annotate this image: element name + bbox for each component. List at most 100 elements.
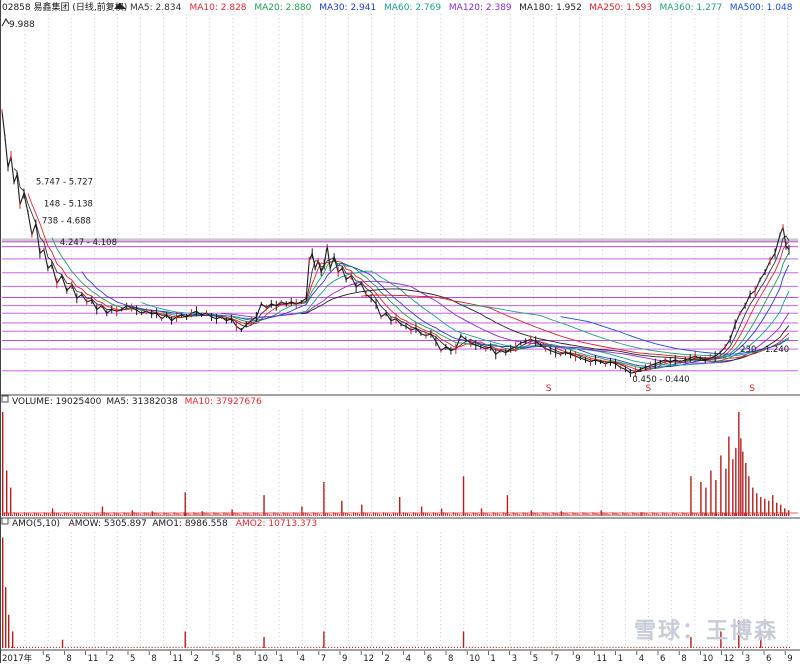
amo-bar [648, 646, 650, 648]
volume-bar [776, 502, 778, 516]
volume-bar [468, 514, 470, 516]
volume-bar [630, 514, 632, 516]
volume-bar [784, 508, 786, 516]
amo-bar [148, 646, 150, 648]
amo-bar [420, 646, 422, 648]
volume-bar [740, 438, 742, 516]
volume-bar [67, 513, 69, 516]
x-tick-label-36: 9 [787, 654, 792, 663]
amo-bar [304, 646, 306, 648]
amo-bar [214, 646, 216, 648]
volume-bar [87, 513, 89, 516]
amo-bar [154, 646, 156, 648]
volume-bar [628, 514, 630, 516]
volume-bar [590, 514, 592, 516]
amo-bar [471, 646, 473, 648]
amo-header-1: AMOW: 5305.897 [69, 519, 147, 529]
volume-bar [410, 514, 412, 516]
amo-bar [678, 646, 680, 648]
volume-bar [157, 513, 159, 516]
volume-bar [648, 514, 650, 516]
volume-bar [666, 513, 668, 516]
volume-bar [598, 514, 600, 516]
amo-bar [160, 646, 162, 648]
volume-bar [339, 514, 341, 516]
volume-bar [510, 514, 512, 516]
amo-bar [31, 646, 33, 648]
volume-bar [718, 514, 720, 516]
amo-bar [507, 646, 509, 648]
volume-panel-header: VOLUME: 19025400 MA5: 31382038 MA10: 37927… [1, 395, 262, 407]
amo-bar [717, 646, 719, 648]
amo-bar [115, 646, 117, 648]
amo-header-3: AMO2: 10713.373 [236, 519, 317, 529]
volume-bar [520, 514, 522, 516]
amo-bar [723, 646, 725, 648]
volume-bar [77, 513, 79, 516]
amo-bar [217, 646, 219, 648]
volume-bar [327, 513, 329, 516]
x-tick-label-15: 9 [342, 654, 347, 663]
amo-bar [486, 646, 488, 648]
amo-bar [232, 646, 234, 648]
volume-bar [570, 514, 572, 516]
volume-bar [758, 514, 760, 516]
volume-bar [259, 514, 261, 516]
amo-bar [456, 646, 458, 648]
amo-bar [322, 646, 324, 648]
volume-bar [309, 514, 311, 516]
volume-bar [456, 513, 458, 516]
watermark: 雪球：王博森 [633, 619, 778, 644]
x-tick-label-26: 9 [575, 654, 580, 663]
volume-bar [606, 513, 608, 516]
volume-bar [558, 514, 560, 516]
x-tick-label-17: 2 [384, 654, 389, 663]
amo-bar [55, 646, 57, 648]
volume-bar [89, 514, 91, 516]
stock-chart: 02858 易鑫集团 (日线,前复权) MA5: 2.834 MA10: 2.828… [0, 0, 800, 664]
volume-bar [550, 514, 552, 516]
volume-bar [580, 514, 582, 516]
amo-bar [600, 646, 602, 648]
volume-bar [500, 514, 502, 516]
amo-bar [504, 646, 506, 648]
volume-bar [311, 514, 313, 516]
volume-bar [271, 514, 273, 516]
amo-bar [241, 646, 243, 648]
volume-bar [470, 514, 472, 516]
amo-bar [178, 646, 180, 648]
volume-header-0: VOLUME: 19025400 [12, 397, 102, 407]
amo-bar [319, 646, 321, 648]
volume-bar [197, 513, 199, 516]
volume-bar [229, 514, 231, 516]
amo-bar [226, 646, 228, 648]
x-tick-label-28: 1 [618, 654, 623, 663]
amo-bar [603, 646, 605, 648]
amo-bar [501, 646, 503, 648]
volume-bar [516, 513, 518, 516]
volume-bar [686, 513, 688, 516]
amo-bar [106, 646, 108, 648]
amo-bar [388, 646, 390, 648]
amo-bar [385, 646, 387, 648]
amo-bar [468, 646, 470, 648]
volume-bar [219, 514, 221, 516]
volume-bar [257, 513, 259, 516]
amo-bar [735, 646, 737, 648]
amo-bar [786, 646, 788, 648]
amo-bar [61, 639, 64, 648]
x-tick-label-18: 4 [406, 654, 411, 663]
x-tick-label-11: 10 [257, 654, 268, 663]
volume-bar [199, 514, 201, 516]
amo-bar [4, 587, 7, 648]
volume-bar [690, 476, 692, 516]
volume-bar [121, 514, 123, 516]
price-annotation-2: 738 - 4.688 [42, 216, 91, 226]
amo-bar [130, 646, 132, 648]
amo-bar [492, 646, 494, 648]
volume-bar [161, 514, 163, 516]
amo-bar [561, 646, 563, 648]
volume-bar [608, 514, 610, 516]
amo-bar [118, 646, 120, 648]
volume-bar [57, 513, 59, 516]
